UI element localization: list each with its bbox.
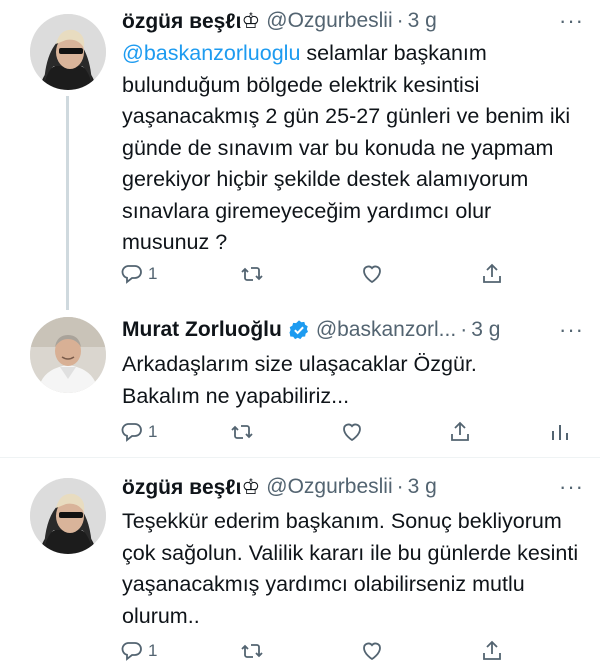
avatar[interactable] bbox=[30, 478, 106, 554]
display-name[interactable]: özgüя вeşℓι♔ bbox=[122, 475, 260, 500]
tweet-text-body: selamlar başkanım bulunduğum bölgede ele… bbox=[122, 41, 571, 254]
avatar[interactable] bbox=[30, 14, 106, 90]
display-name[interactable]: Murat Zorluoğlu bbox=[122, 318, 282, 342]
verified-badge-icon bbox=[288, 319, 310, 341]
tweet-3[interactable]: özgüя вeşℓι♔ @Ozgurbeslii · 3 g ··· Teşe… bbox=[0, 458, 600, 668]
retweet-icon bbox=[241, 644, 263, 658]
username[interactable]: @baskanzorl... bbox=[316, 318, 456, 342]
thread-line bbox=[66, 96, 69, 310]
reply-icon bbox=[121, 265, 142, 284]
tweet-2[interactable]: Murat Zorluoğlu @baskanzorl... · 3 g ···… bbox=[0, 305, 600, 457]
tweet-actions: 1 bbox=[120, 259, 590, 289]
analytics-icon bbox=[552, 425, 568, 440]
share-icon bbox=[483, 640, 501, 660]
separator-dot: · bbox=[396, 9, 404, 32]
timestamp[interactable]: 3 g bbox=[471, 318, 500, 342]
like-icon bbox=[343, 423, 361, 442]
separator-dot: · bbox=[460, 318, 468, 341]
username[interactable]: @Ozgurbeslii bbox=[266, 9, 392, 33]
more-options-icon[interactable]: ··· bbox=[559, 6, 584, 36]
reply-icon bbox=[121, 642, 142, 661]
tweet-text: @baskanzorluoglu selamlar başkanım bulun… bbox=[122, 38, 584, 259]
mention-link[interactable]: @baskanzorluoglu bbox=[122, 41, 300, 65]
tweet-actions: 1 bbox=[120, 636, 590, 666]
tweet-text: Teşekkür ederim başkanım. Sonuç bekliyor… bbox=[122, 509, 579, 628]
tweet-header: özgüя вeşℓι♔ @Ozgurbeslii · 3 g bbox=[122, 6, 584, 36]
tweet-text: Arkadaşlarım size ulaşacaklar Özgür. Bak… bbox=[122, 352, 477, 408]
like-button[interactable] bbox=[340, 417, 364, 447]
like-button[interactable] bbox=[360, 636, 384, 666]
reply-icon bbox=[121, 423, 142, 442]
reply-count: 1 bbox=[148, 264, 158, 283]
share-icon bbox=[451, 421, 469, 441]
retweet-icon bbox=[231, 425, 253, 439]
share-button[interactable] bbox=[480, 259, 504, 289]
timestamp[interactable]: 3 g bbox=[408, 9, 437, 33]
separator-dot: · bbox=[396, 475, 404, 498]
share-icon bbox=[483, 263, 501, 283]
tweet-1[interactable]: özgüя вeşℓι♔ @Ozgurbeslii · 3 g ··· @bas… bbox=[0, 0, 600, 310]
timestamp[interactable]: 3 g bbox=[408, 475, 437, 499]
avatar[interactable] bbox=[30, 317, 106, 393]
retweet-button[interactable] bbox=[240, 636, 264, 666]
tweet-header: Murat Zorluoğlu @baskanzorl... · 3 g bbox=[122, 315, 584, 345]
reply-button[interactable]: 1 bbox=[120, 636, 157, 666]
share-button[interactable] bbox=[480, 636, 504, 666]
retweet-button[interactable] bbox=[230, 417, 254, 447]
analytics-button[interactable] bbox=[548, 417, 572, 447]
username[interactable]: @Ozgurbeslii bbox=[266, 475, 392, 499]
like-icon bbox=[363, 642, 381, 661]
reply-count: 1 bbox=[148, 422, 158, 441]
share-button[interactable] bbox=[448, 417, 472, 447]
reply-count: 1 bbox=[148, 641, 158, 660]
like-button[interactable] bbox=[360, 259, 384, 289]
tweet-header: özgüя вeşℓι♔ @Ozgurbeslii · 3 g bbox=[122, 472, 584, 502]
like-icon bbox=[363, 265, 381, 284]
retweet-button[interactable] bbox=[240, 259, 264, 289]
display-name[interactable]: özgüя вeşℓι♔ bbox=[122, 9, 260, 34]
more-options-icon[interactable]: ··· bbox=[559, 315, 584, 345]
reply-button[interactable]: 1 bbox=[120, 417, 157, 447]
more-options-icon[interactable]: ··· bbox=[559, 472, 584, 502]
tweet-actions: 1 bbox=[120, 417, 590, 447]
retweet-icon bbox=[241, 267, 263, 281]
reply-button[interactable]: 1 bbox=[120, 259, 157, 289]
